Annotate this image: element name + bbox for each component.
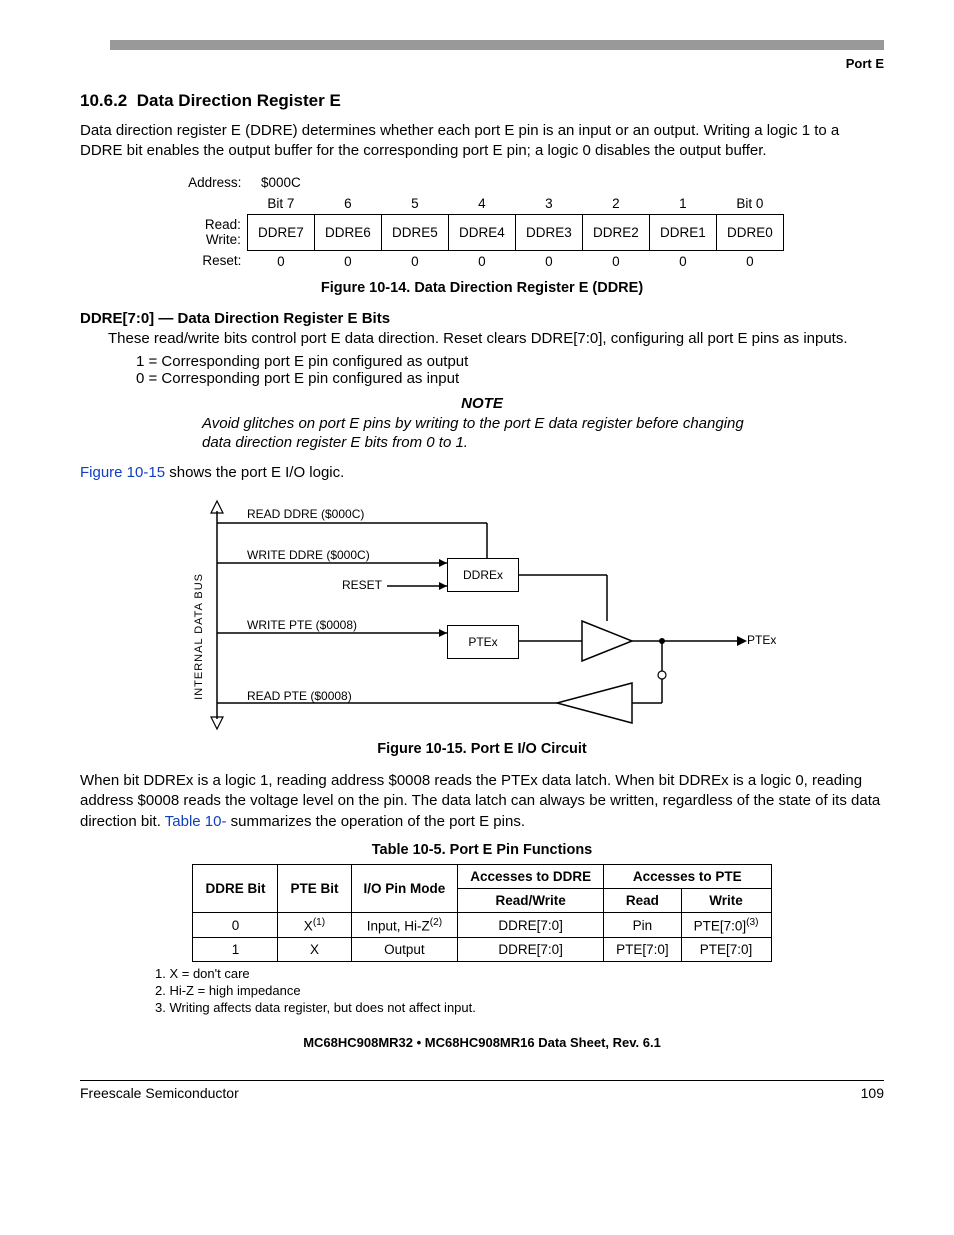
reset-val: 0	[716, 250, 783, 272]
circuit-output-label: PTEx	[747, 633, 776, 647]
bit-header: 5	[381, 193, 448, 215]
register-diagram: Address: $000C Bit 7 6 5 4 3 2 1 Bit 0 R…	[180, 172, 784, 272]
bit-value-0: 0 = Corresponding port E pin configured …	[136, 370, 884, 387]
reset-val: 0	[448, 250, 515, 272]
footer-doc-title: MC68HC908MR32 • MC68HC908MR16 Data Sheet…	[80, 1035, 884, 1050]
bit-header: Bit 0	[716, 193, 783, 215]
col-accesses-pte: Accesses to PTE	[604, 864, 771, 888]
pin-functions-table: DDRE Bit PTE Bit I/O Pin Mode Accesses t…	[192, 864, 771, 963]
reset-val: 0	[247, 250, 314, 272]
footer-page-number: 109	[861, 1085, 884, 1101]
circuit-signal-label: READ PTE ($0008)	[247, 689, 352, 703]
footer-company: Freescale Semiconductor	[80, 1085, 239, 1101]
bit-cell: DDRE0	[716, 214, 783, 250]
bit-cell: DDRE1	[649, 214, 716, 250]
col-ddre-bit: DDRE Bit	[193, 864, 278, 912]
circuit-diagram: INTERNAL DATA BUS READ DDRE ($000C) WRIT…	[187, 493, 777, 733]
xref-table-10[interactable]: Table 10-	[165, 813, 227, 830]
section-intro: Data direction register E (DDRE) determi…	[80, 121, 884, 162]
bit-header: 4	[448, 193, 515, 215]
reset-label: Reset:	[180, 250, 247, 272]
bit-cell: DDRE6	[314, 214, 381, 250]
reset-val: 0	[582, 250, 649, 272]
footnote: 2. Hi-Z = high impedance	[155, 983, 884, 1000]
note-body: Avoid glitches on port E pins by writing…	[202, 414, 762, 453]
reset-val: 0	[381, 250, 448, 272]
col-pte-bit: PTE Bit	[278, 864, 351, 912]
figure-caption-10-14: Figure 10-14. Data Direction Register E …	[80, 280, 884, 296]
bit-value-1: 1 = Corresponding port E pin configured …	[136, 353, 884, 370]
figure-caption-10-15: Figure 10-15. Port E I/O Circuit	[80, 741, 884, 757]
circuit-signal-label: READ DDRE ($000C)	[247, 507, 364, 521]
paragraph-text: shows the port E I/O logic.	[165, 464, 344, 481]
bit-description-body: These read/write bits control port E dat…	[108, 329, 884, 349]
section-number: 10.6.2	[80, 91, 127, 110]
col-read: Read	[604, 888, 682, 912]
bit-header: 6	[314, 193, 381, 215]
bit-cell: DDRE4	[448, 214, 515, 250]
header-rule	[110, 40, 884, 50]
bit-cell: DDRE5	[381, 214, 448, 250]
table-caption: Table 10-5. Port E Pin Functions	[80, 842, 884, 858]
table-row: 0 X(1) Input, Hi-Z(2) DDRE[7:0] Pin PTE[…	[193, 912, 771, 938]
col-io-mode: I/O Pin Mode	[351, 864, 458, 912]
circuit-block-ptex: PTEx	[447, 625, 519, 659]
header-section-tag: Port E	[80, 56, 884, 71]
circuit-signal-label: WRITE DDRE ($000C)	[247, 548, 370, 562]
table-footnotes: 1. X = don't care 2. Hi-Z = high impedan…	[155, 966, 884, 1017]
circuit-bus-label: INTERNAL DATA BUS	[193, 573, 205, 700]
col-accesses-ddre: Accesses to DDRE	[458, 864, 604, 888]
bit-description-heading: DDRE[7:0] — Data Direction Register E Bi…	[80, 310, 884, 327]
circuit-signal-label: RESET	[342, 578, 382, 592]
address-value: $000C	[247, 172, 314, 193]
reset-val: 0	[314, 250, 381, 272]
address-label: Address:	[180, 172, 247, 193]
xref-figure-10-15[interactable]: Figure 10-15	[80, 464, 165, 481]
table-row: 1 X Output DDRE[7:0] PTE[7:0] PTE[7:0]	[193, 938, 771, 962]
bit-header: 1	[649, 193, 716, 215]
paragraph-after-figure: When bit DDREx is a logic 1, reading add…	[80, 771, 884, 832]
bit-header: 2	[582, 193, 649, 215]
section-heading: 10.6.2 Data Direction Register E	[80, 91, 884, 111]
footnote: 3. Writing affects data register, but do…	[155, 1000, 884, 1017]
paragraph-after-note: Figure 10-15 shows the port E I/O logic.	[80, 463, 884, 483]
section-title: Data Direction Register E	[137, 91, 341, 110]
circuit-block-ddrex: DDREx	[447, 558, 519, 592]
bit-cell: DDRE2	[582, 214, 649, 250]
bit-cell: DDRE7	[247, 214, 314, 250]
reset-val: 0	[649, 250, 716, 272]
bit-cell: DDRE3	[515, 214, 582, 250]
note-heading: NOTE	[80, 395, 884, 412]
bit-header: 3	[515, 193, 582, 215]
col-write: Write	[681, 888, 771, 912]
rw-label: Read:Write:	[180, 214, 247, 250]
bit-header: Bit 7	[247, 193, 314, 215]
footnote: 1. X = don't care	[155, 966, 884, 983]
reset-val: 0	[515, 250, 582, 272]
circuit-signal-label: WRITE PTE ($0008)	[247, 618, 357, 632]
col-read-write: Read/Write	[458, 888, 604, 912]
